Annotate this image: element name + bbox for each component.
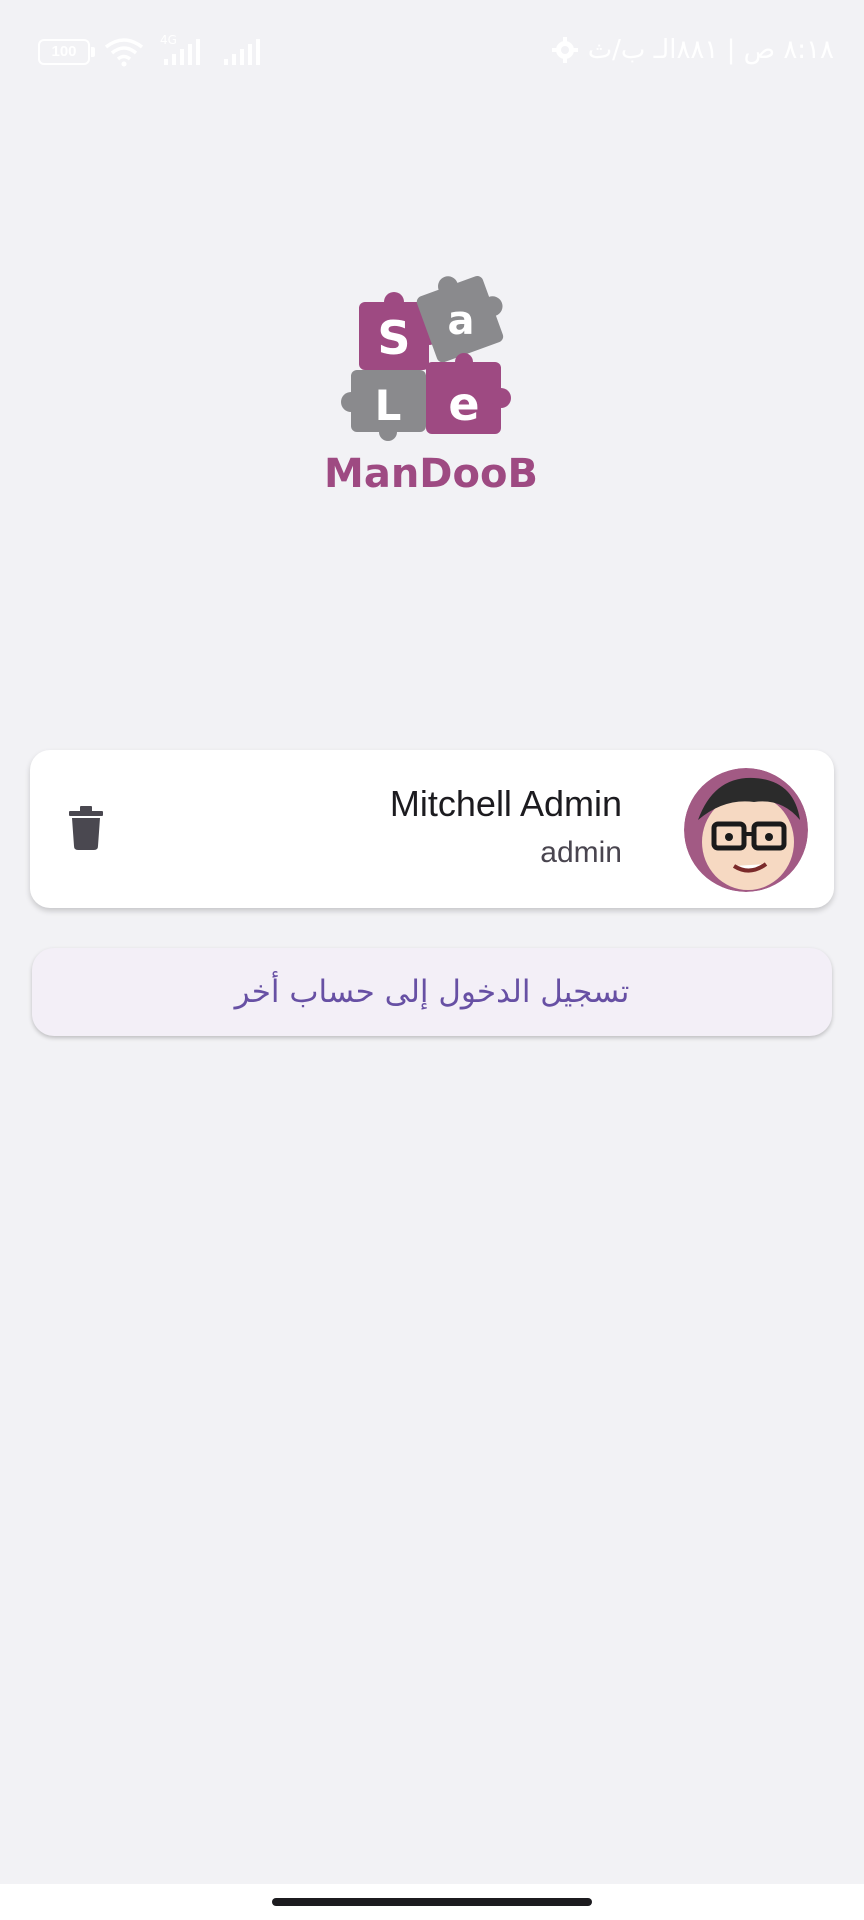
status-time: ٨:١٨ ص | ٨٨١الـ ب/ث xyxy=(587,35,834,65)
logo-letter-l: L xyxy=(375,381,402,430)
trash-icon xyxy=(69,806,103,850)
status-bar: 100 4G ٨:١٨ ص | ٨٨١الـ ب/ث xyxy=(0,0,864,100)
account-login: admin xyxy=(540,836,622,869)
login-other-account-label: تسجيل الدخول إلى حساب أخر xyxy=(234,974,630,1010)
battery-icon: 100 xyxy=(38,39,95,65)
login-other-account-button[interactable]: تسجيل الدخول إلى حساب أخر xyxy=(32,948,832,1036)
account-name: Mitchell Admin xyxy=(389,783,622,824)
avatar xyxy=(684,768,808,892)
battery-level: 100 xyxy=(51,43,77,60)
logo-letter-e: e xyxy=(448,377,479,431)
account-card[interactable]: Mitchell Admin admin xyxy=(30,750,834,908)
wifi-icon xyxy=(104,38,144,67)
status-right-group: ٨:١٨ ص | ٨٨١الـ ب/ث xyxy=(551,30,834,70)
logo-letter-a: a xyxy=(448,298,475,344)
status-left-group: 100 4G xyxy=(38,33,266,70)
logo-letter-s: S xyxy=(377,311,410,365)
home-indicator[interactable] xyxy=(272,1898,592,1906)
app-logo: S a L e ManDooB xyxy=(326,276,536,497)
signal-4g-icon: 4G xyxy=(158,33,208,67)
avatar-cartoon-icon xyxy=(684,768,808,892)
signal-icon xyxy=(224,39,260,65)
delete-account-button[interactable] xyxy=(60,802,112,854)
logo-wordmark: ManDooB xyxy=(326,451,536,497)
settings-icon xyxy=(551,37,578,63)
